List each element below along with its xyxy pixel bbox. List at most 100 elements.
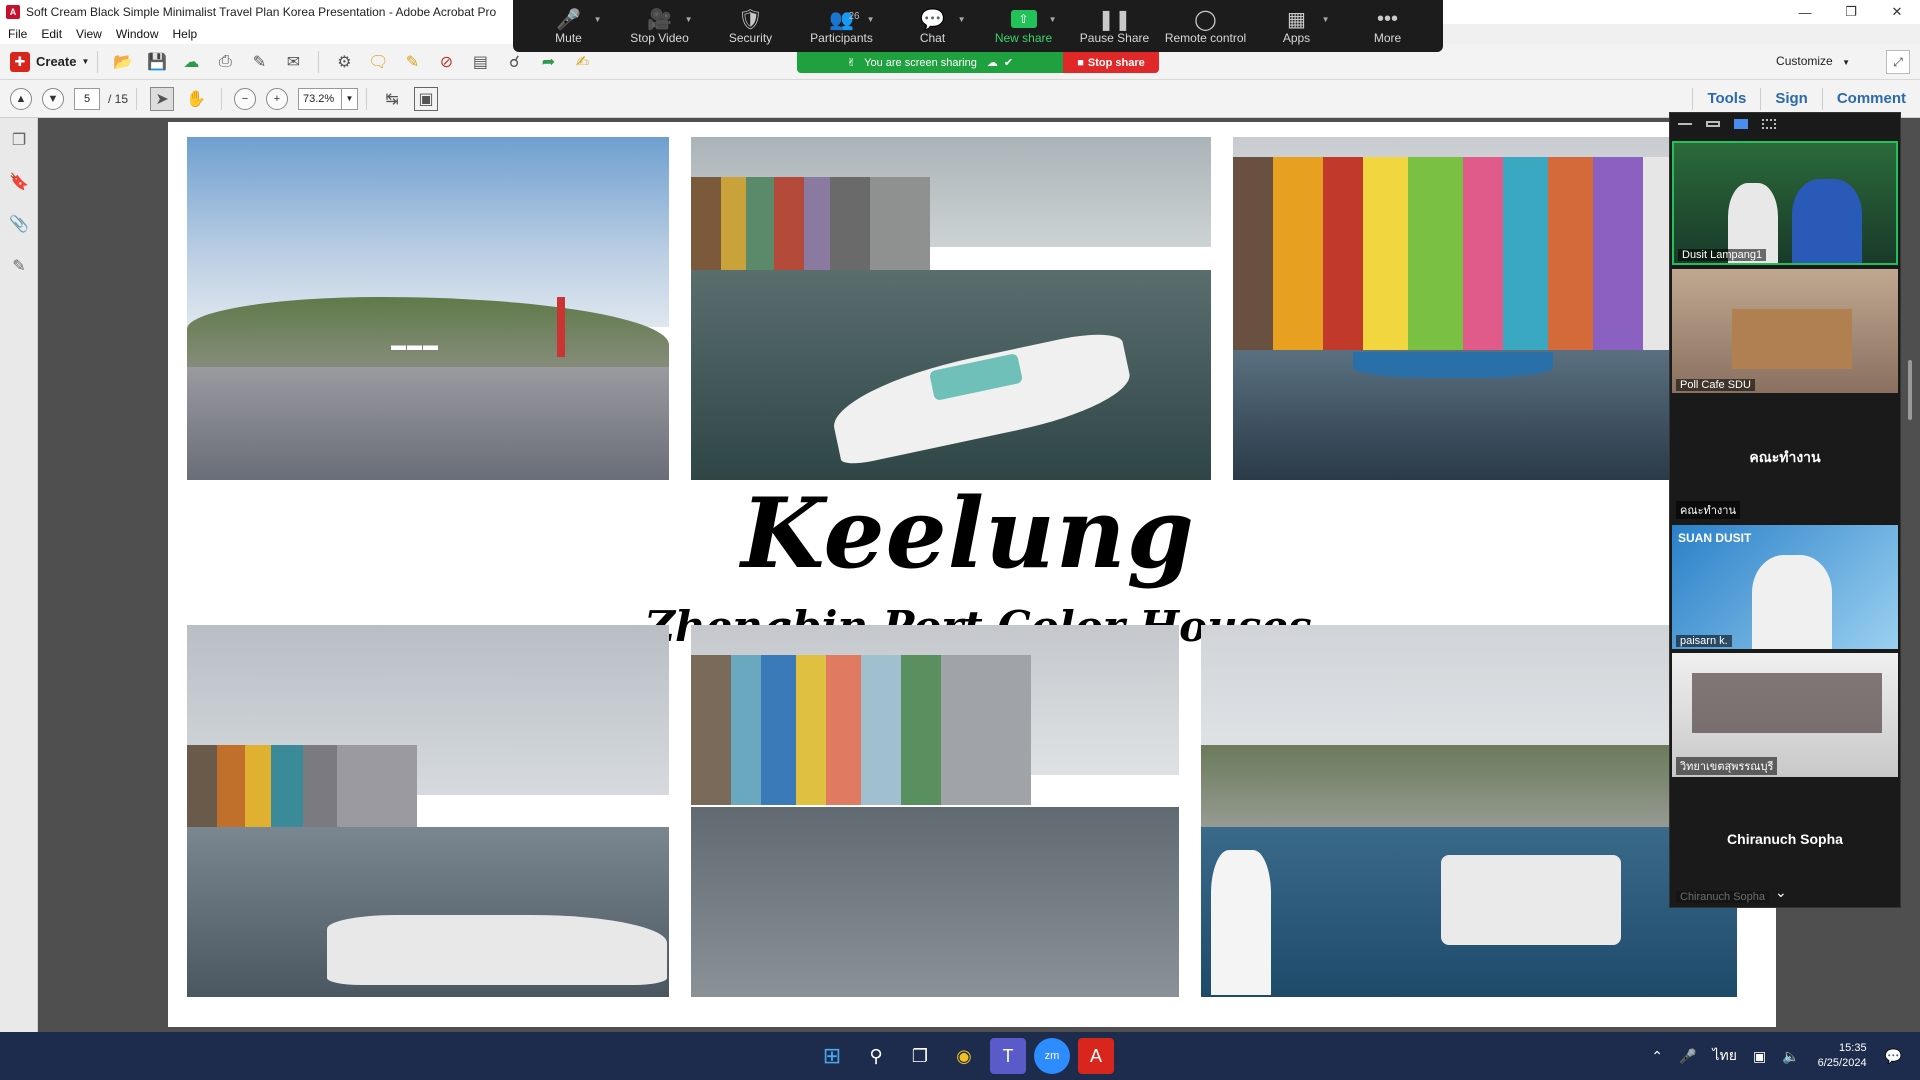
select-cursor-icon[interactable]: ➤ xyxy=(150,86,175,111)
stop-share-button[interactable]: ■ Stop share xyxy=(1063,52,1159,73)
chat-bubble-icon: 💬 xyxy=(920,8,945,31)
attachments-paperclip-icon[interactable]: 📎 xyxy=(7,212,31,236)
photo-colorful-houses xyxy=(1233,137,1703,480)
taskbar-clock[interactable]: 15:35 6/25/2024 xyxy=(1818,1041,1867,1071)
volume-icon[interactable]: 🔈 xyxy=(1782,1048,1799,1065)
sign-icon[interactable]: ✍ xyxy=(570,50,594,74)
document-viewport[interactable]: ▬▬▬ Keelung Zhengbin Port Color Houses xyxy=(38,118,1920,1032)
page-number-input[interactable]: 5 xyxy=(74,87,100,110)
tab-sign[interactable]: Sign xyxy=(1760,88,1822,110)
remote-control-button[interactable]: ◯ Remote control xyxy=(1161,7,1251,46)
page-thumbnails-icon[interactable]: ❐ xyxy=(7,128,31,152)
zoom-out-icon[interactable]: − xyxy=(234,87,257,110)
chevron-down-icon[interactable]: ▼ xyxy=(342,87,359,110)
fit-width-icon[interactable]: ↹ xyxy=(380,87,404,111)
menu-window[interactable]: Window xyxy=(116,27,159,41)
pause-share-button[interactable]: ❚❚ Pause Share xyxy=(1070,7,1160,46)
minimize-icon[interactable]: — xyxy=(1782,0,1828,24)
participant-tile[interactable]: Dusit Lampang1 xyxy=(1672,141,1898,265)
chevron-up-icon[interactable]: ⌃ xyxy=(1651,1048,1663,1065)
hand-tool-icon[interactable]: ✋ xyxy=(184,87,208,111)
edit-document-icon[interactable]: ✎ xyxy=(247,50,271,74)
open-folder-icon[interactable]: 📂 xyxy=(111,50,135,74)
pause-icon: ❚❚ xyxy=(1097,8,1132,31)
menu-help[interactable]: Help xyxy=(173,27,198,41)
search-icon[interactable]: ⚲ xyxy=(858,1038,894,1074)
acrobat-icon[interactable]: A xyxy=(1078,1038,1114,1074)
search-document-icon[interactable]: ☌ xyxy=(502,50,526,74)
microphone-tray-icon[interactable]: 🎤 xyxy=(1679,1048,1696,1065)
windows-start-icon[interactable]: ⊞ xyxy=(814,1038,850,1074)
chevron-down-icon[interactable]: ▼ xyxy=(1322,15,1330,24)
chevron-down-icon: ▼ xyxy=(1842,58,1850,67)
minimize-gallery-icon[interactable] xyxy=(1678,123,1692,125)
stop-video-button[interactable]: 🎥 ▼ Stop Video xyxy=(615,7,705,46)
security-button[interactable]: 🛡 Security xyxy=(706,7,796,46)
screen-sharing-banner[interactable]: ✌ You are screen sharing ☁ ✔ xyxy=(797,52,1063,73)
previous-page-icon[interactable]: ▲ xyxy=(10,87,32,110)
strip-view-icon[interactable] xyxy=(1734,119,1748,129)
mute-button[interactable]: 🎤 ▼ Mute xyxy=(524,7,614,46)
teams-icon[interactable]: T xyxy=(990,1038,1026,1074)
compare-icon[interactable]: ▤ xyxy=(468,50,492,74)
comment-bubble-icon[interactable]: 🗨 xyxy=(366,50,390,74)
input-language[interactable]: ไทย xyxy=(1712,1045,1736,1067)
tab-comment[interactable]: Comment xyxy=(1821,88,1920,110)
task-view-icon[interactable]: ❐ xyxy=(902,1038,938,1074)
notification-icon[interactable]: 💬 xyxy=(1885,1048,1902,1065)
more-button[interactable]: ••• More xyxy=(1343,7,1433,46)
zoom-level-select[interactable]: 73.2% ▼ xyxy=(298,87,359,110)
expand-icon[interactable]: ⤢ xyxy=(1886,50,1910,74)
chevron-down-icon[interactable]: ▼ xyxy=(685,15,693,24)
network-icon[interactable]: ▣ xyxy=(1753,1048,1766,1065)
document-scrollbar[interactable] xyxy=(1908,360,1912,420)
chevron-down-icon[interactable]: ▼ xyxy=(594,15,602,24)
bookmarks-icon[interactable]: 🔖 xyxy=(7,170,31,194)
windows-taskbar: ⊞ ⚲ ❐ ◉ T zm A ⌃ 🎤 ไทย ▣ 🔈 15:35 6/25/20… xyxy=(0,1032,1920,1080)
apps-button[interactable]: ▦ ▼ Apps xyxy=(1252,7,1342,46)
taskbar-apps: ⊞ ⚲ ❐ ◉ T zm A xyxy=(810,1038,1118,1074)
participants-button[interactable]: 👥 26 ▼ Participants xyxy=(797,7,887,46)
email-icon[interactable]: ✉ xyxy=(281,50,305,74)
thumbnail-view-icon[interactable] xyxy=(1706,121,1720,127)
pdf-page-slide: ▬▬▬ Keelung Zhengbin Port Color Houses xyxy=(168,122,1776,1027)
chevron-down-icon[interactable]: ▼ xyxy=(867,15,875,24)
menu-edit[interactable]: Edit xyxy=(41,27,62,41)
save-icon[interactable]: 💾 xyxy=(145,50,169,74)
create-button[interactable]: ✚ Create ▼ xyxy=(10,51,89,72)
participant-tile[interactable]: คณะทำงาน คณะทำงาน xyxy=(1672,397,1898,521)
participant-tile[interactable]: SUAN DUSIT paisarn k. xyxy=(1672,525,1898,649)
zoom-in-icon[interactable]: + xyxy=(266,87,289,110)
close-icon[interactable]: ✕ xyxy=(1874,0,1920,24)
navigation-toolbar: ▲ ▼ 5 / 15 ➤ ✋ − + 73.2% ▼ ↹ ▣ Tools Sig… xyxy=(0,80,1920,118)
chat-button[interactable]: 💬 ▼ Chat xyxy=(888,7,978,46)
tab-tools[interactable]: Tools xyxy=(1692,88,1760,110)
stop-video-label: Stop Video xyxy=(630,31,689,45)
menu-file[interactable]: File xyxy=(8,27,27,41)
menu-view[interactable]: View xyxy=(76,27,102,41)
chevron-down-icon[interactable]: ▼ xyxy=(1049,15,1057,24)
security-label: Security xyxy=(728,31,773,45)
zoom-app-icon[interactable]: zm xyxy=(1034,1038,1070,1074)
redact-icon[interactable]: ⊘ xyxy=(434,50,458,74)
customize-button[interactable]: Customize ▼ xyxy=(1776,54,1850,68)
participant-tile[interactable]: Poll Cafe SDU xyxy=(1672,269,1898,393)
cloud-upload-icon[interactable]: ☁ xyxy=(179,50,203,74)
scroll-down-chevron-icon[interactable]: ⌄ xyxy=(1775,884,1787,901)
next-page-icon[interactable]: ▼ xyxy=(42,87,64,110)
grid-view-icon[interactable] xyxy=(1762,119,1776,129)
chevron-down-icon[interactable]: ▼ xyxy=(958,15,966,24)
participant-name: Dusit Lampang1 xyxy=(1678,249,1767,261)
chrome-icon[interactable]: ◉ xyxy=(946,1038,982,1074)
restore-icon[interactable]: ❐ xyxy=(1828,0,1874,24)
zoom-level-value[interactable]: 73.2% xyxy=(298,87,343,110)
new-share-button[interactable]: ⇧ ▼ New share xyxy=(979,7,1069,45)
signatures-icon[interactable]: ✎ xyxy=(7,254,31,278)
zoom-participants-gallery: Dusit Lampang1 Poll Cafe SDU คณะทำงาน คณ… xyxy=(1669,112,1901,908)
fit-page-icon[interactable]: ▣ xyxy=(414,86,439,111)
print-icon[interactable]: ⎙ xyxy=(213,50,237,74)
highlight-icon[interactable]: ✎ xyxy=(400,50,424,74)
settings-gear-icon[interactable]: ⚙ xyxy=(332,50,356,74)
participant-tile[interactable]: วิทยาเขตสุพรรณบุรี xyxy=(1672,653,1898,777)
export-icon[interactable]: ➦ xyxy=(536,50,560,74)
